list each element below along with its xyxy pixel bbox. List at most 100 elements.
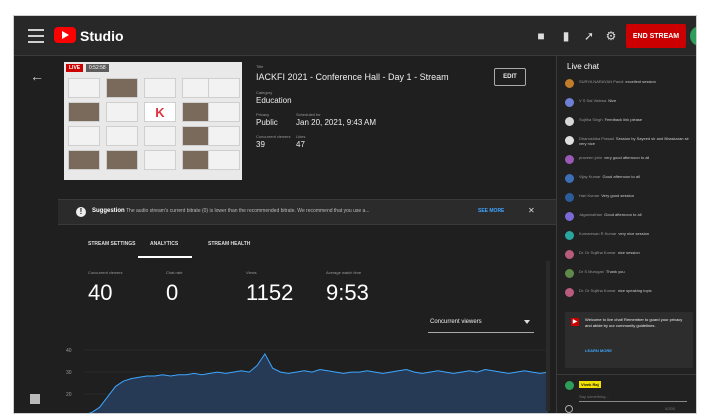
chat-author: SURYA NARAYAN Pandi xyxy=(579,79,624,84)
chat-message-body: Dr. Dr Sujitha Kumar nice session xyxy=(579,250,695,260)
chat-author: Jagannathan xyxy=(579,212,603,217)
chat-author: V S Sai Vishwa xyxy=(579,98,607,103)
chat-input-area: Vivek Raj 0/200 xyxy=(557,374,696,413)
chart-point xyxy=(178,374,179,375)
chat-author: Sujitha Singh xyxy=(579,117,603,122)
chat-message: V S Sai Vishwa Nice xyxy=(565,97,695,111)
stream-preview[interactable]: K LIVE 0:52:58 xyxy=(64,62,242,180)
chart-point xyxy=(437,370,439,372)
stat-label: Chat rate xyxy=(166,270,183,275)
feedback-icon[interactable] xyxy=(30,394,40,404)
end-stream-button[interactable]: END STREAM xyxy=(626,24,686,48)
youtube-logo-icon[interactable] xyxy=(54,27,76,43)
chat-message: Dr. Dr Sujitha Kumar nice speaking topic xyxy=(565,287,695,301)
chart-point xyxy=(414,371,415,373)
studio-window: Studio ■ ▮ ➚ ⚙ END STREAM ← K LIVE 0:52:… xyxy=(13,15,697,414)
hamburger-icon[interactable] xyxy=(28,29,44,43)
chart-point xyxy=(107,396,108,398)
see-more-link[interactable]: SEE MORE xyxy=(478,208,504,214)
participant-tile xyxy=(208,150,240,170)
participant-tile xyxy=(68,102,100,122)
arrow-left-icon[interactable]: ← xyxy=(30,68,44,84)
edit-button[interactable]: EDIT xyxy=(494,68,526,86)
live-badge: LIVE xyxy=(66,64,84,72)
avatar xyxy=(565,136,574,145)
chat-notice: ▶ Welcome to live chat! Remember to guar… xyxy=(565,312,693,368)
chart-point xyxy=(374,371,376,373)
scrollbar[interactable] xyxy=(546,261,550,411)
chart-point xyxy=(461,371,462,373)
share-icon[interactable]: ➚ xyxy=(582,29,596,43)
chart-point xyxy=(217,371,218,373)
chat-author: Hari Kumar xyxy=(579,193,600,198)
learn-more-link[interactable]: LEARN MORE xyxy=(585,348,612,353)
gear-icon[interactable]: ⚙ xyxy=(604,29,618,43)
chart-point xyxy=(343,373,344,374)
chat-user-name: Vivek Raj xyxy=(579,381,601,388)
chart-point xyxy=(500,371,502,373)
chat-text: Good afternoon to all xyxy=(604,212,642,217)
chart-point xyxy=(359,371,360,373)
chart-point xyxy=(421,373,423,374)
concurrent-value: 39 xyxy=(256,140,265,149)
avatar[interactable] xyxy=(690,26,696,46)
live-chat-panel: Live chat SURYA NARAYAN Pandi excellent s… xyxy=(556,56,696,413)
chart-point xyxy=(185,374,187,375)
y-tick-label: 20 xyxy=(66,392,72,398)
chart-point xyxy=(138,377,140,378)
participant-tile xyxy=(106,126,138,146)
chart-point xyxy=(303,370,305,372)
avatar xyxy=(565,193,574,202)
chat-message-body: Vijay Kumar Good afternoon to all xyxy=(579,174,695,184)
chevron-down-icon xyxy=(524,320,530,324)
chat-author: Dr. Dr Sujitha Kumar xyxy=(579,288,616,293)
avatar xyxy=(565,269,574,278)
chart-point xyxy=(146,375,148,377)
chart-point xyxy=(445,371,447,373)
chat-message-body: Dr. Dr Sujitha Kumar nice speaking topic xyxy=(579,288,695,298)
chart-point xyxy=(280,371,281,373)
active-tab-indicator xyxy=(138,256,192,258)
chat-input[interactable] xyxy=(579,391,687,402)
chart-point xyxy=(429,371,431,373)
chat-message-body: praveen john very good afternoon to all xyxy=(579,155,695,165)
tab-stream-settings[interactable]: STREAM SETTINGS xyxy=(88,241,136,247)
char-count: 0/200 xyxy=(665,406,676,411)
chat-author: Dr S Murugan xyxy=(579,269,604,274)
notice-text: Welcome to live chat! Remember to guard … xyxy=(585,317,683,328)
privacy-label: Privacy xyxy=(256,112,270,117)
participant-tile xyxy=(208,126,240,146)
chat-message: praveen john very good afternoon to all xyxy=(565,154,695,168)
participant-tile xyxy=(144,150,176,170)
scheduled-value: Jan 20, 2021, 9:43 AM xyxy=(296,118,377,127)
close-icon[interactable]: ✕ xyxy=(528,206,535,215)
emoji-icon[interactable] xyxy=(565,405,573,413)
avatar xyxy=(565,288,574,297)
chart-point xyxy=(366,370,368,372)
chart-area xyxy=(90,353,548,413)
stat-label: Views xyxy=(246,270,257,275)
chart-point xyxy=(311,371,313,373)
stat-value: 1152 xyxy=(246,280,294,305)
chat-text: nice session xyxy=(617,250,640,255)
camera-icon[interactable]: ■ xyxy=(534,29,548,43)
chat-text: Nice xyxy=(608,98,617,103)
chart-point xyxy=(390,371,392,373)
chat-text: Very good session xyxy=(601,193,634,198)
concurrent-label: Concurrent viewers xyxy=(256,134,291,139)
chart-point xyxy=(288,373,289,374)
bell-icon[interactable]: ▮ xyxy=(559,29,573,43)
live-duration: 0:52:58 xyxy=(86,64,109,72)
title-label: Title xyxy=(256,64,264,69)
metric-select[interactable]: Concurrent viewers xyxy=(428,314,534,333)
tab-stream-health[interactable]: STREAM HEALTH xyxy=(208,241,250,247)
chart-point xyxy=(91,412,93,413)
y-tick-label: 30 xyxy=(66,370,72,376)
chat-message-body: Sujitha Singh Feedback link please xyxy=(579,117,695,127)
avatar xyxy=(565,212,574,221)
tab-analytics[interactable]: ANALYTICS xyxy=(150,241,178,247)
category-label: Category xyxy=(256,90,273,95)
participant-tile xyxy=(106,78,138,98)
chat-message: Vijay Kumar Good afternoon to all xyxy=(565,173,695,187)
chat-text: Good afternoon to all xyxy=(602,174,640,179)
